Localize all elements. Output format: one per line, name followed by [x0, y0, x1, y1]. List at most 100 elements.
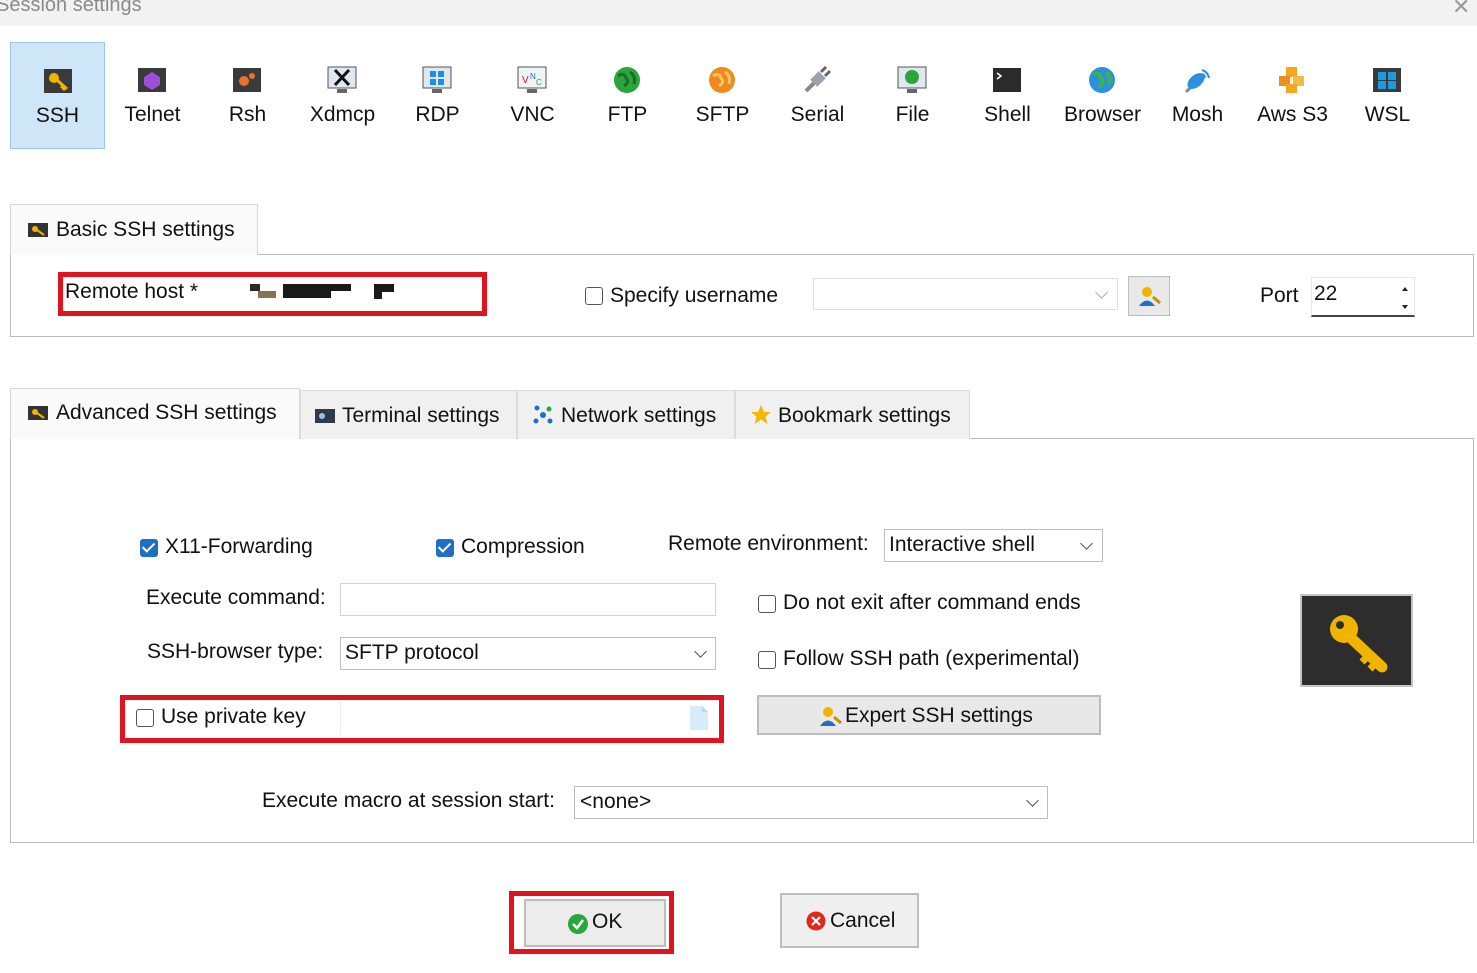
network-icon	[533, 405, 553, 424]
compression-checkbox[interactable]	[436, 539, 454, 557]
tab-advanced-ssh-settings[interactable]: Advanced SSH settings	[10, 388, 300, 439]
session-type-label: SFTP	[695, 103, 750, 126]
port-spinbox[interactable]: 22	[1311, 277, 1415, 317]
tab-label: Basic SSH settings	[56, 218, 235, 241]
username-select[interactable]	[813, 278, 1118, 310]
x11-forwarding-checkbox[interactable]	[140, 539, 158, 557]
session-type-ssh[interactable]: SSH	[10, 42, 105, 149]
tab-label: Terminal settings	[342, 404, 500, 427]
session-type-mosh[interactable]: Mosh	[1150, 42, 1245, 149]
session-type-browser[interactable]: Browser	[1055, 42, 1150, 149]
specify-username-checkbox[interactable]	[585, 287, 603, 305]
mosh-satellite-icon	[1184, 69, 1210, 94]
session-type-serial[interactable]: Serial	[770, 42, 865, 149]
session-type-telnet[interactable]: Telnet	[105, 42, 200, 149]
user-icon	[1139, 287, 1161, 306]
ssh-browser-type-value: SFTP protocol	[345, 641, 479, 664]
session-type-aws-s3[interactable]: Aws S3	[1245, 42, 1340, 149]
session-type-label: Shell	[984, 103, 1031, 126]
file-browse-icon[interactable]	[689, 705, 709, 731]
session-type-label: WSL	[1364, 103, 1411, 126]
compression-label: Compression	[461, 535, 585, 558]
chevron-down-icon	[1080, 537, 1093, 550]
do-not-exit-checkbox[interactable]	[758, 595, 776, 613]
user-manager-button[interactable]	[1128, 276, 1170, 316]
remote-environment-select[interactable]: Interactive shell	[884, 529, 1103, 562]
session-type-label: Browser	[1063, 103, 1142, 126]
redacted-block	[283, 284, 331, 298]
execute-macro-value: <none>	[580, 790, 652, 813]
aws-cubes-icon	[1279, 67, 1304, 93]
session-type-label: VNC	[510, 103, 555, 126]
session-type-label: Telnet	[124, 103, 181, 126]
cancel-button[interactable]: Cancel	[780, 893, 919, 948]
session-type-ftp[interactable]: FTP	[580, 42, 675, 149]
tab-label: Bookmark settings	[778, 404, 951, 427]
svg-text:V: V	[522, 75, 529, 86]
use-private-key-label: Use private key	[161, 705, 306, 728]
session-type-label: Rsh	[228, 103, 267, 126]
ssh-browser-type-label: SSH-browser type:	[147, 640, 324, 663]
tab-basic-ssh-settings[interactable]: Basic SSH settings	[10, 204, 258, 255]
follow-ssh-path-checkbox[interactable]	[758, 651, 776, 669]
do-not-exit-label: Do not exit after command ends	[783, 591, 1081, 614]
redacted-block	[374, 292, 382, 299]
browser-globe-icon	[1089, 67, 1115, 93]
execute-macro-select[interactable]: <none>	[574, 786, 1048, 819]
vnc-icon: V NC	[517, 66, 547, 93]
expert-ssh-settings-label: Expert SSH settings	[845, 704, 1033, 727]
redacted-block	[374, 284, 394, 292]
execute-command-label: Execute command:	[146, 586, 326, 609]
spinner-arrows-icon[interactable]	[1400, 284, 1410, 312]
expert-ssh-settings-button[interactable]: Expert SSH settings	[757, 695, 1101, 735]
port-value: 22	[1314, 282, 1338, 305]
session-type-xdmcp[interactable]: Xdmcp	[295, 42, 390, 149]
cancel-circle-icon	[806, 911, 826, 931]
follow-ssh-path-label: Follow SSH path (experimental)	[783, 647, 1080, 670]
ok-button[interactable]: OK	[524, 899, 666, 947]
chevron-down-icon	[694, 645, 707, 658]
tab-bookmark-settings[interactable]: Bookmark settings	[735, 390, 970, 439]
redacted-block	[250, 284, 260, 291]
tab-label: Network settings	[561, 404, 717, 427]
session-type-label: RDP	[415, 103, 460, 126]
x11-forwarding-label: X11-Forwarding	[165, 535, 313, 558]
session-type-rdp[interactable]: RDP	[390, 42, 485, 149]
session-type-sftp[interactable]: SFTP	[675, 42, 770, 149]
serial-plug-icon	[804, 66, 832, 93]
session-type-file[interactable]: File	[865, 42, 960, 149]
port-label: Port	[1260, 284, 1299, 307]
redacted-block	[258, 291, 276, 298]
tab-network-settings[interactable]: Network settings	[517, 390, 735, 439]
rdp-icon	[422, 66, 452, 93]
close-icon[interactable]: ✕	[1452, 0, 1470, 20]
chevron-down-icon	[1095, 286, 1108, 299]
private-key-path-input[interactable]	[340, 701, 716, 735]
user-icon	[820, 707, 842, 726]
execute-macro-label: Execute macro at session start:	[262, 789, 555, 812]
ssh-browser-type-select[interactable]: SFTP protocol	[340, 637, 716, 670]
session-type-vnc[interactable]: VNC VNC	[485, 42, 580, 149]
tab-terminal-settings[interactable]: Terminal settings	[300, 390, 517, 439]
execute-command-input[interactable]	[340, 583, 716, 616]
specify-username-label: Specify username	[610, 284, 779, 307]
ftp-globe-icon	[614, 67, 640, 93]
remote-environment-label: Remote environment:	[668, 532, 869, 555]
session-type-rsh[interactable]: Rsh	[200, 42, 295, 149]
ok-button-label: OK	[592, 910, 623, 933]
chevron-down-icon	[1026, 794, 1039, 807]
session-type-label: Xdmcp	[309, 103, 376, 126]
key-icon	[1330, 615, 1388, 673]
xdmcp-icon	[327, 66, 357, 93]
telnet-icon	[138, 68, 166, 92]
sftp-globe-icon	[709, 67, 735, 93]
session-type-label: File	[895, 103, 930, 126]
session-type-shell[interactable]: Shell	[960, 42, 1055, 149]
session-type-wsl[interactable]: WSL	[1340, 42, 1435, 149]
remote-host-input[interactable]	[208, 278, 480, 309]
check-circle-icon	[568, 914, 588, 934]
use-private-key-checkbox[interactable]	[136, 709, 154, 727]
windows-icon	[1373, 68, 1401, 92]
session-type-label: Mosh	[1171, 103, 1224, 126]
title-bar	[0, 0, 1477, 26]
